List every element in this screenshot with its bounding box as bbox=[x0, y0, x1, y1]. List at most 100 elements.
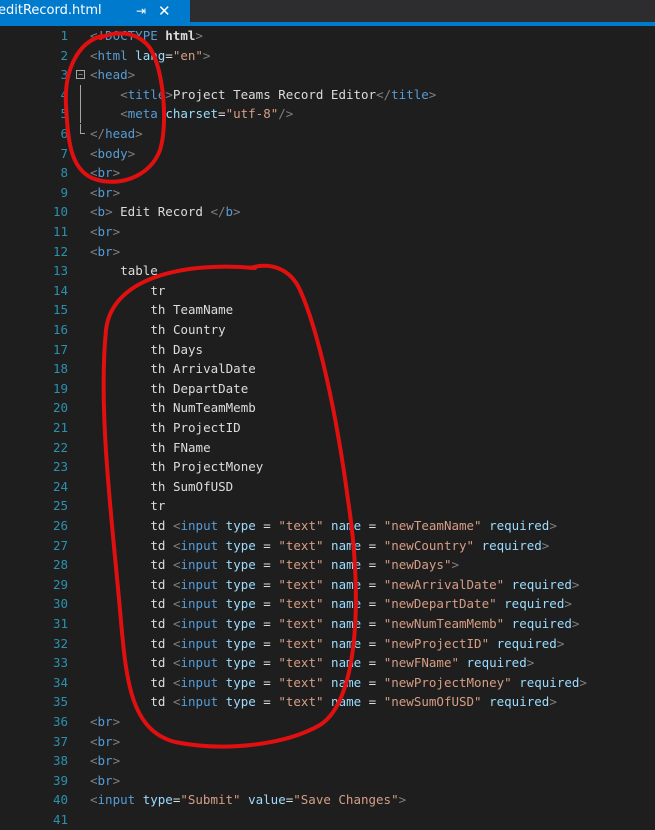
code-line[interactable]: 27 td <input type = "text" name = "newCou… bbox=[0, 536, 655, 555]
code-line[interactable]: 3− <head> bbox=[0, 65, 655, 84]
code-token: br bbox=[97, 772, 113, 788]
line-number: 25 bbox=[52, 498, 68, 514]
code-line[interactable]: 17 th Days bbox=[0, 340, 655, 359]
code-line[interactable]: 6 </head> bbox=[0, 124, 655, 143]
code-line[interactable]: 35 td <input type = "text" name = "newSum… bbox=[0, 692, 655, 711]
code-line[interactable]: 30 td <input type = "text" name = "newDep… bbox=[0, 594, 655, 613]
code-line[interactable]: 32 td <input type = "text" name = "newPro… bbox=[0, 634, 655, 653]
code-line[interactable]: 31 td <input type = "text" name = "newNum… bbox=[0, 614, 655, 633]
code-text: <br> bbox=[90, 183, 120, 202]
code-line[interactable]: 13 table bbox=[0, 261, 655, 280]
code-text: td <input type = "text" name = "newProje… bbox=[150, 634, 564, 653]
line-number: 16 bbox=[52, 322, 68, 337]
code-line[interactable]: 40 <input type="Submit" value="Save Chang… bbox=[0, 790, 655, 809]
line-number: 33 bbox=[52, 655, 68, 671]
code-line[interactable]: 23 th ProjectMoney bbox=[0, 457, 655, 476]
code-line[interactable]: 9 <br> bbox=[0, 183, 655, 202]
code-line[interactable]: 14 tr bbox=[0, 281, 655, 300]
code-token: th SumOfUSD bbox=[150, 478, 234, 494]
code-line[interactable]: 8 <br> bbox=[0, 163, 655, 182]
code-token: name bbox=[323, 635, 362, 651]
code-line[interactable]: 4 <title>Project Teams Record Editor</tit… bbox=[0, 84, 655, 104]
line-number: 30 bbox=[52, 596, 68, 612]
code-token: "newDays" bbox=[383, 557, 452, 573]
code-line[interactable]: 22 th FName bbox=[0, 438, 655, 457]
line-number: 8 bbox=[60, 165, 68, 181]
code-token: th DepartDate bbox=[150, 380, 249, 396]
code-line[interactable]: 1 <!DOCTYPE html> bbox=[0, 26, 655, 45]
code-token: "newProjectMoney" bbox=[383, 674, 512, 690]
code-text: <br> bbox=[90, 222, 120, 241]
close-icon[interactable]: ✕ bbox=[158, 0, 171, 22]
fold-collapse-icon[interactable]: − bbox=[76, 70, 85, 80]
code-token: head bbox=[105, 126, 136, 141]
code-line[interactable]: 16 th Country bbox=[0, 320, 655, 339]
line-number: 14 bbox=[52, 282, 68, 298]
code-token: td bbox=[150, 518, 173, 533]
code-line[interactable]: 25 tr bbox=[0, 496, 655, 515]
line-number: 18 bbox=[52, 361, 68, 377]
pin-icon[interactable]: ⇥ bbox=[136, 0, 146, 22]
code-token: type bbox=[218, 596, 256, 612]
code-line[interactable]: 37 <br> bbox=[0, 732, 655, 751]
code-token: = bbox=[361, 518, 384, 533]
code-line[interactable]: 38 <br> bbox=[0, 751, 655, 770]
code-token: = bbox=[255, 557, 279, 573]
code-line[interactable]: 26 td <input type = "text" name = "newTea… bbox=[0, 516, 655, 535]
code-line[interactable]: 39 <br> bbox=[0, 771, 655, 790]
code-token: required bbox=[496, 596, 565, 612]
line-number: 15 bbox=[52, 302, 68, 318]
line-number: 41 bbox=[52, 812, 68, 827]
code-line[interactable]: 29 td <input type = "text" name = "newArr… bbox=[0, 575, 655, 594]
code-line[interactable]: 11 <br> bbox=[0, 222, 655, 241]
code-token: type bbox=[135, 792, 173, 808]
code-token: name bbox=[323, 576, 362, 592]
code-token: Project Teams Record Editor bbox=[172, 86, 377, 102]
code-text: td <input type = "text" name = "newProje… bbox=[150, 673, 587, 692]
code-token: < bbox=[90, 733, 98, 749]
line-number: 38 bbox=[52, 753, 68, 769]
line-number: 6 bbox=[60, 126, 68, 141]
code-token: input bbox=[180, 576, 219, 592]
code-token: > bbox=[112, 733, 121, 749]
code-token: > bbox=[541, 537, 550, 553]
code-editor[interactable]: 1 <!DOCTYPE html> 2 <html lang="en"> 3− <head… bbox=[0, 26, 655, 830]
line-number: 2 bbox=[60, 47, 68, 63]
code-token: required bbox=[504, 576, 572, 592]
code-line[interactable]: 2 <html lang="en"> bbox=[0, 46, 655, 65]
code-line[interactable]: 18 th ArrivalDate bbox=[0, 359, 655, 378]
code-token: < bbox=[120, 106, 128, 122]
code-line[interactable]: 19 th DepartDate bbox=[0, 379, 655, 398]
code-line[interactable]: 20 th NumTeamMemb bbox=[0, 398, 655, 417]
code-token: > bbox=[549, 694, 557, 710]
code-line[interactable]: 15 th TeamName bbox=[0, 300, 655, 319]
code-line[interactable]: 41 bbox=[0, 810, 655, 829]
line-number: 13 bbox=[52, 263, 68, 279]
code-line[interactable]: 5 <meta charset="utf-8"/> bbox=[0, 104, 655, 124]
code-token: type bbox=[218, 537, 256, 553]
code-token: = bbox=[255, 674, 279, 690]
code-token: < bbox=[172, 518, 181, 533]
code-token: "Submit" bbox=[180, 792, 241, 808]
code-line[interactable]: 12 <br> bbox=[0, 242, 655, 261]
code-line[interactable]: 34 td <input type = "text" name = "newPro… bbox=[0, 673, 655, 692]
code-token: "text" bbox=[278, 596, 324, 612]
code-token: = bbox=[218, 106, 226, 122]
code-line[interactable]: 21 th ProjectID bbox=[0, 418, 655, 437]
code-line[interactable]: 24 th SumOfUSD bbox=[0, 477, 655, 496]
code-line[interactable]: 33 td <input type = "text" name = "newFNa… bbox=[0, 653, 655, 672]
code-token: = bbox=[361, 674, 384, 690]
code-line[interactable]: 28 td <input type = "text" name = "newDay… bbox=[0, 555, 655, 574]
code-line[interactable]: 7 <body> bbox=[0, 144, 655, 163]
code-token: > bbox=[165, 86, 173, 102]
code-token: /> bbox=[278, 106, 294, 122]
line-number: 4 bbox=[60, 86, 68, 102]
code-line[interactable]: 10 <b> Edit Record </b> bbox=[0, 202, 655, 221]
code-token: > bbox=[202, 47, 211, 63]
code-text: <br> bbox=[90, 163, 120, 182]
code-text: td <input type = "text" name = "newDays"… bbox=[150, 555, 459, 574]
code-line[interactable]: 36 <br> bbox=[0, 712, 655, 731]
code-token: input bbox=[180, 557, 219, 573]
tab-editrecord[interactable]: editRecord.html ⇥ ✕ bbox=[0, 0, 190, 22]
code-token: < bbox=[172, 655, 181, 671]
